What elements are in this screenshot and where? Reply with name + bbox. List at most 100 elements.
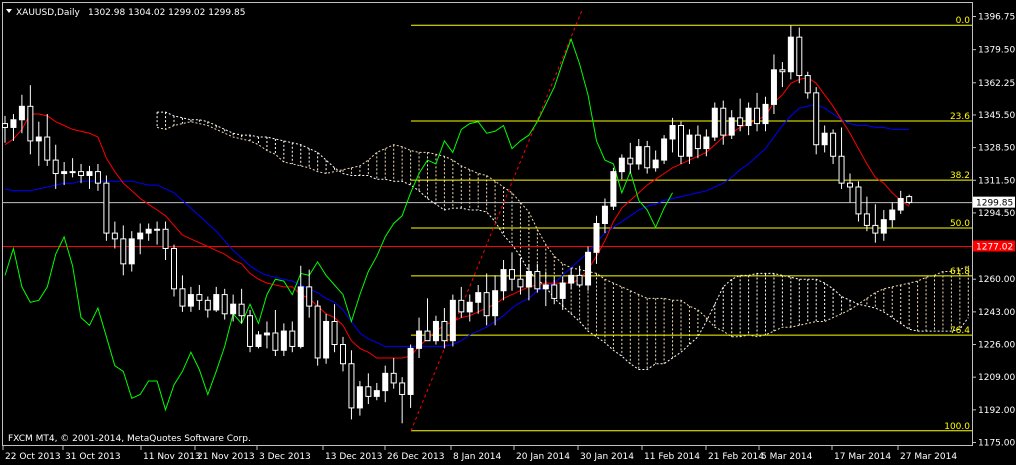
candle [610, 167, 617, 211]
time-tick-label: 31 Oct 2013 [65, 452, 121, 462]
time-tick-label: 26 Dec 2013 [387, 452, 445, 462]
candle-body [686, 134, 693, 157]
candle-body [559, 282, 566, 299]
price-tick-label: 1294.50 [978, 209, 1015, 219]
candle-body [390, 372, 397, 384]
candle [323, 313, 330, 364]
candle-body [872, 224, 879, 234]
candle-body [78, 171, 85, 176]
candle-body [255, 334, 262, 347]
candle [171, 244, 177, 297]
price-tick-label: 1362.25 [978, 79, 1015, 89]
candle-body [44, 136, 51, 161]
candle-body [145, 228, 152, 234]
fib-level-label: 76.4 [950, 326, 970, 336]
candle [711, 102, 718, 141]
candle-body [897, 198, 904, 211]
time-tick-label: 8 Jan 2014 [453, 452, 501, 462]
candle [585, 246, 592, 291]
candle [247, 309, 254, 353]
candle-body [289, 330, 296, 347]
candle-body [263, 332, 270, 336]
candle-body [458, 299, 465, 313]
candle-body [348, 363, 355, 409]
candle-body [627, 157, 634, 165]
price-tick-label: 1379.50 [978, 46, 1015, 56]
candle-body [779, 69, 786, 73]
candle-body [534, 271, 541, 290]
copyright-text: FXCM MT4, © 2001-2014, MetaQuotes Softwa… [8, 434, 251, 444]
candle-body [855, 186, 862, 215]
candle-body [821, 132, 828, 146]
candle-body [880, 219, 887, 234]
candle-body [652, 159, 659, 169]
candle-body [373, 390, 380, 397]
candle-body [187, 294, 194, 307]
candle-body [830, 132, 837, 157]
candle-body [61, 171, 68, 175]
price-tick-label: 1175.00 [978, 439, 1015, 449]
ohlc-values: 1302.98 1304.02 1299.02 1299.85 [88, 8, 245, 18]
fib-level-label: 100.0 [944, 422, 970, 432]
candle-body [542, 284, 549, 290]
candle-body [2, 123, 8, 128]
candle-body [323, 320, 330, 359]
fib-level-label: 61.8 [950, 267, 970, 277]
time-tick-label: 5 Mar 2014 [761, 452, 813, 462]
candle-body [179, 288, 186, 307]
time-tick-label: 20 Jan 2014 [516, 452, 570, 462]
candle [906, 194, 913, 205]
candle-body [813, 92, 820, 146]
candle-body [568, 274, 575, 284]
candle-body [585, 251, 592, 286]
price-tick-label: 1396.75 [978, 13, 1015, 23]
candle-body [576, 274, 583, 286]
candle-body [35, 136, 42, 142]
candle-body [441, 320, 448, 342]
candle-body [551, 284, 558, 299]
candle-body [678, 125, 684, 157]
candle-body [306, 286, 313, 307]
candle [103, 175, 110, 241]
alert-price-label: 1277.02 [976, 243, 1013, 253]
candle-body [838, 155, 845, 184]
candle-body [314, 305, 321, 359]
fib-level-label: 50.0 [950, 219, 970, 229]
candle [813, 87, 820, 155]
candle-body [10, 119, 17, 128]
candle-body [720, 107, 727, 136]
chart-header: XAUUSD,Daily 1302.98 1304.02 1299.02 129… [6, 8, 245, 18]
candle-body [230, 303, 237, 315]
candle-body [204, 299, 211, 311]
candle-body [272, 332, 279, 351]
candle-body [103, 182, 110, 234]
time-tick-label: 21 Feb 2014 [708, 452, 764, 462]
candle-body [500, 269, 507, 292]
candle-body [111, 232, 118, 240]
candle-body [847, 182, 853, 188]
price-tick-label: 1328.50 [978, 144, 1015, 154]
candle-body [754, 107, 761, 125]
candle-body [154, 228, 161, 231]
candle-body [365, 386, 372, 397]
candle-body [52, 159, 59, 175]
candle-body [737, 117, 744, 127]
candle-body [863, 213, 870, 226]
candle-body [213, 294, 220, 311]
time-tick-label: 27 Mar 2014 [900, 452, 957, 462]
candle-body [416, 330, 423, 349]
candle-body [610, 171, 617, 207]
candle-body [297, 286, 304, 347]
time-tick-label: 11 Feb 2014 [644, 452, 700, 462]
candle [661, 135, 668, 164]
candle-body [162, 228, 169, 249]
candle-body [517, 278, 524, 288]
candle-body [770, 69, 777, 105]
price-tick-label: 1311.50 [978, 176, 1015, 186]
candle-body [466, 301, 473, 313]
price-chart[interactable]: 0.0 23.6 38.2 50.0 61.8 76.4 100.0 1396.75 1379… [0, 0, 1016, 465]
candle-body [356, 386, 363, 409]
candle-body [762, 103, 769, 125]
fib-level-label: 38.2 [950, 171, 970, 181]
candle-body [331, 320, 338, 346]
